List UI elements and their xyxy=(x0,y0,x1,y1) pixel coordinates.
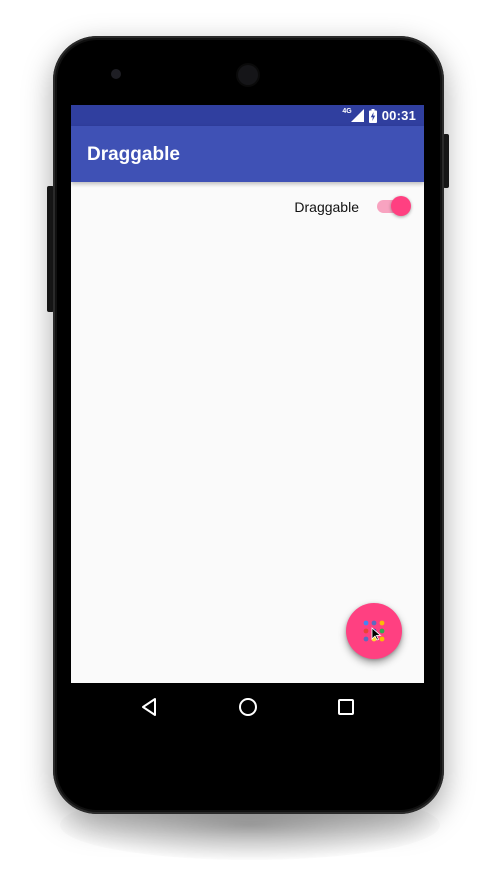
device-mockup: 4G 00:31 Draggable Draggable xyxy=(0,0,497,890)
draggable-fab-button[interactable] xyxy=(346,603,402,659)
screen: 4G 00:31 Draggable Draggable xyxy=(71,105,424,683)
front-camera-icon xyxy=(238,65,258,85)
home-icon[interactable] xyxy=(236,695,260,719)
navigation-bar xyxy=(71,683,424,731)
app-title: Draggable xyxy=(87,144,180,165)
draggable-setting-row: Draggable xyxy=(71,193,424,219)
app-bar: Draggable xyxy=(71,126,424,182)
recents-icon[interactable] xyxy=(334,695,358,719)
toggle-thumb[interactable] xyxy=(391,196,411,216)
status-time: 00:31 xyxy=(381,108,416,123)
draggable-toggle[interactable] xyxy=(377,196,411,216)
network-type-label: 4G xyxy=(342,108,352,115)
status-icons: 4G 00:31 xyxy=(342,107,416,124)
back-icon[interactable] xyxy=(138,695,162,719)
signal-icon xyxy=(350,109,364,122)
status-bar: 4G 00:31 xyxy=(71,105,424,126)
draggable-switch-label: Draggable xyxy=(294,199,359,215)
grid-dots-icon xyxy=(363,620,385,642)
battery-charging-icon xyxy=(368,108,377,123)
sensor-icon xyxy=(111,69,121,79)
